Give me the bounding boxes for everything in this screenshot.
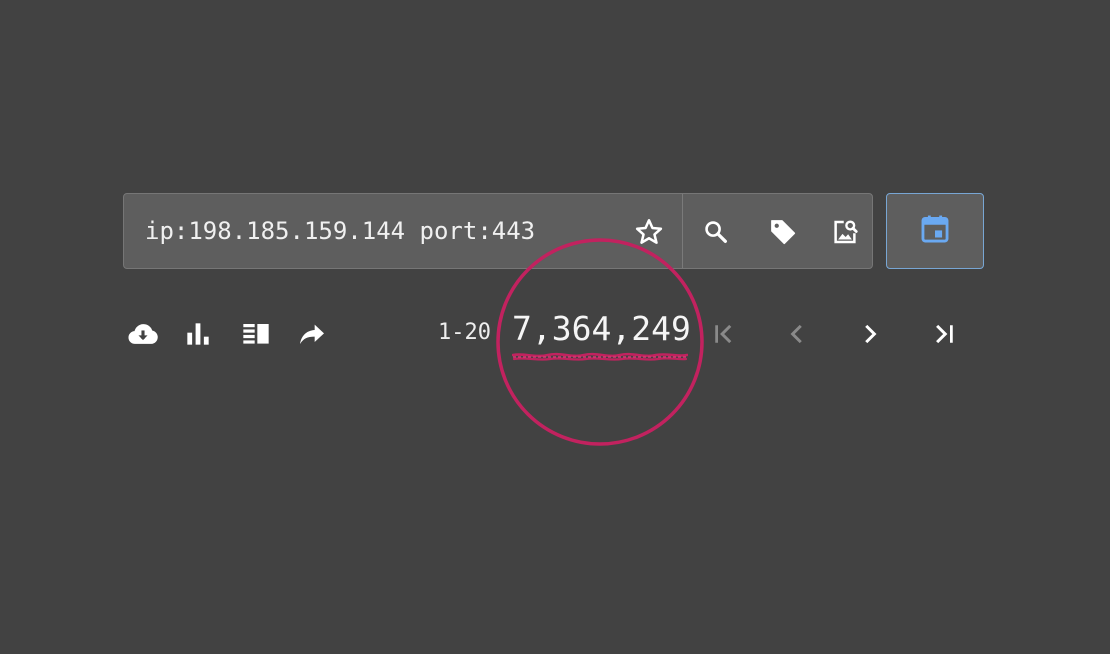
first-page-icon[interactable]: [706, 316, 742, 352]
search-divider: [682, 194, 683, 268]
share-arrow-icon[interactable]: [294, 316, 330, 352]
search-bar: ip:198.185.159.144 port:443: [123, 193, 873, 269]
search-icon[interactable]: [698, 214, 734, 250]
calendar-button[interactable]: [886, 193, 984, 269]
last-page-icon[interactable]: [926, 316, 962, 352]
chevron-right-icon[interactable]: [852, 316, 888, 352]
tag-icon[interactable]: [765, 214, 801, 250]
view-list-icon[interactable]: [238, 316, 274, 352]
calendar-icon: [918, 212, 952, 250]
total-results-count: 7,364,249: [512, 309, 691, 348]
image-search-icon[interactable]: [827, 214, 863, 250]
search-input[interactable]: ip:198.185.159.144 port:443: [145, 194, 535, 268]
bar-chart-icon[interactable]: [180, 316, 216, 352]
star-icon[interactable]: [631, 214, 667, 250]
result-range: 1-20: [438, 320, 491, 345]
cloud-download-icon[interactable]: [125, 316, 161, 352]
scribble-underline: [512, 352, 688, 361]
chevron-left-icon[interactable]: [779, 316, 815, 352]
